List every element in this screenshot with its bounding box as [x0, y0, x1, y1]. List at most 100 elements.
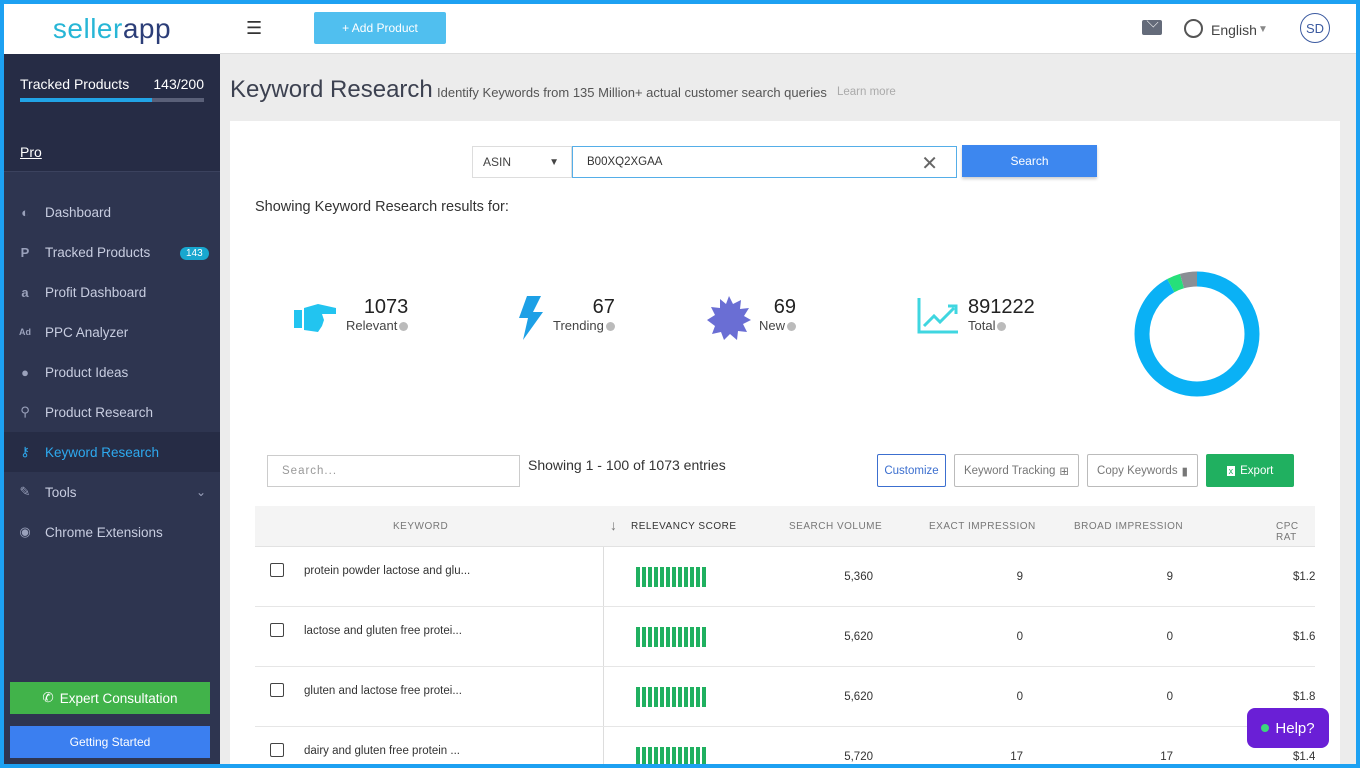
exact-cell: 17: [1010, 751, 1023, 763]
stat-trending: 67 Trending: [515, 296, 615, 340]
table-row: protein powder lactose and glu... 5,360 9 9…: [255, 547, 1315, 607]
col-exact-impression[interactable]: EXACT IMPRESSION: [929, 521, 1036, 532]
stat-total: 891222 Total: [916, 296, 1035, 336]
row-checkbox[interactable]: [270, 683, 284, 697]
sidebar: seller app Tracked Products 143/200 Pro ◐ D…: [4, 4, 220, 764]
keyword-table: KEYWORD ↓ RELEVANCY SCORE SEARCH VOLUME …: [255, 506, 1315, 764]
broad-cell: 0: [1166, 631, 1173, 643]
language-selector[interactable]: English: [1211, 22, 1257, 38]
keyword-tracking-button[interactable]: Keyword Tracking ⊞: [954, 454, 1079, 487]
exact-cell: 0: [1016, 691, 1023, 703]
sidebar-item-keyword-research[interactable]: ⚷ Keyword Research: [4, 432, 220, 472]
keyword-cell[interactable]: gluten and lactose free protei...: [304, 685, 462, 697]
app-frame: seller app Tracked Products 143/200 Pro ◐ D…: [4, 4, 1356, 764]
info-icon[interactable]: [605, 322, 615, 332]
col-keyword[interactable]: KEYWORD: [393, 521, 448, 532]
sidebar-item-chrome-extensions[interactable]: ◉ Chrome Extensions: [4, 512, 220, 552]
tracked-progress-bar: [20, 98, 204, 102]
search-type-select[interactable]: ASIN ▼: [472, 146, 572, 178]
add-product-button[interactable]: + Add Product: [314, 12, 446, 44]
keyword-cell[interactable]: protein powder lactose and glu...: [304, 565, 470, 577]
tracked-label: Tracked Products: [20, 76, 130, 92]
main-panel: ASIN ▼ B00XQ2XGAA ✕ Search Showing Keyword…: [230, 121, 1340, 764]
table-header: KEYWORD ↓ RELEVANCY SCORE SEARCH VOLUME …: [255, 506, 1315, 547]
relevancy-bar: [636, 627, 706, 647]
page-subtitle: Identify Keywords from 135 Million+ actu…: [437, 85, 827, 100]
sidebar-item-dashboard[interactable]: ◐ Dashboard: [4, 192, 220, 232]
broad-cell: 0: [1166, 691, 1173, 703]
sellerapp-logo[interactable]: seller app: [4, 4, 220, 54]
trending-chart-icon: [917, 298, 958, 334]
entries-count: Showing 1 - 100 of 1073 entries: [528, 457, 726, 473]
table-row: lactose and gluten free protei... 5,620 0 0…: [255, 607, 1315, 667]
caret-down-icon: ▼: [549, 157, 559, 168]
tracked-products-summary: Tracked Products 143/200: [4, 54, 220, 138]
sidebar-item-profit-dashboard[interactable]: a Profit Dashboard: [4, 272, 220, 312]
cpc-cell: $1.6: [1293, 631, 1315, 643]
wrench-icon: ✎: [19, 484, 31, 499]
online-dot-icon: [1261, 724, 1270, 732]
hamburger-menu-icon[interactable]: ☰: [246, 18, 262, 39]
sidebar-item-product-ideas[interactable]: ● Product Ideas: [4, 352, 220, 392]
row-checkbox[interactable]: [270, 623, 284, 637]
keyword-cell[interactable]: dairy and gluten free protein ...: [304, 745, 460, 757]
sidebar-item-ppc-analyzer[interactable]: Ad PPC Analyzer: [4, 312, 220, 352]
export-button[interactable]: x Export: [1206, 454, 1294, 487]
copy-keywords-button[interactable]: Copy Keywords ▮: [1087, 454, 1198, 487]
amazon-icon: a: [21, 284, 29, 300]
cpc-cell: $1.8: [1293, 691, 1315, 703]
sidebar-item-product-research[interactable]: ⚲ Product Research: [4, 392, 220, 432]
exact-cell: 0: [1016, 631, 1023, 643]
getting-started-button[interactable]: Getting Started: [10, 726, 210, 758]
broad-cell: 17: [1160, 751, 1173, 763]
search-icon: ⚲: [20, 404, 30, 419]
expert-consultation-button[interactable]: ✆ Expert Consultation: [10, 682, 210, 714]
volume-cell: 5,720: [844, 751, 873, 763]
badge-star-icon: [707, 296, 751, 340]
clear-icon[interactable]: ✕: [921, 151, 938, 176]
globe-icon[interactable]: [1184, 19, 1203, 38]
topbar: ☰ + Add Product English ▼ SD: [220, 4, 1356, 54]
relevancy-bar: [636, 747, 706, 764]
volume-cell: 5,620: [844, 691, 873, 703]
asin-search-input[interactable]: B00XQ2XGAA ✕: [572, 146, 957, 178]
results-heading: Showing Keyword Research results for:: [255, 199, 509, 215]
avatar[interactable]: SD: [1300, 13, 1330, 43]
broad-cell: 9: [1166, 571, 1173, 583]
table-search-input[interactable]: Search...: [267, 455, 520, 487]
col-relevancy[interactable]: RELEVANCY SCORE: [631, 521, 737, 532]
clipboard-icon: ▮: [1181, 465, 1188, 478]
col-cpc-rate[interactable]: CPC RAT: [1276, 521, 1315, 543]
info-icon[interactable]: [399, 322, 409, 332]
mail-icon[interactable]: [1142, 20, 1162, 35]
plus-square-icon: ⊞: [1059, 465, 1070, 478]
cpc-cell: $1.4: [1293, 751, 1315, 763]
info-icon[interactable]: [997, 322, 1007, 332]
customize-button[interactable]: Customize: [877, 454, 946, 487]
sidebar-item-tracked-products[interactable]: P Tracked Products 143: [4, 232, 220, 272]
stat-new: 69 New: [707, 296, 797, 340]
row-checkbox[interactable]: [270, 563, 284, 577]
p-circle-icon: P: [20, 244, 30, 260]
chevron-down-icon: ⌄: [195, 485, 206, 499]
volume-cell: 5,360: [844, 571, 873, 583]
learn-more-link[interactable]: Learn more: [837, 86, 896, 98]
search-button[interactable]: Search: [962, 145, 1097, 177]
col-search-volume[interactable]: SEARCH VOLUME: [789, 521, 882, 532]
relevancy-bar: [636, 687, 706, 707]
table-row: gluten and lactose free protei... 5,620 0 0…: [255, 667, 1315, 727]
info-icon[interactable]: [787, 322, 797, 332]
row-checkbox[interactable]: [270, 743, 284, 757]
keyword-cell[interactable]: lactose and gluten free protei...: [304, 625, 462, 637]
sort-down-icon[interactable]: ↓: [610, 517, 618, 533]
lightning-icon: [519, 296, 543, 340]
sidebar-item-tools[interactable]: ✎ Tools ⌄: [4, 472, 220, 512]
excel-icon: x: [1226, 465, 1236, 476]
tracked-count: 143/200: [153, 76, 204, 92]
donut-segment[interactable]: [1134, 271, 1260, 397]
caret-down-icon[interactable]: ▼: [1258, 24, 1268, 35]
col-broad-impression[interactable]: BROAD IMPRESSION: [1074, 521, 1183, 532]
plan-name[interactable]: Pro: [4, 138, 220, 172]
lightbulb-icon: ●: [21, 364, 29, 380]
help-chat-button[interactable]: Help?: [1247, 708, 1329, 748]
